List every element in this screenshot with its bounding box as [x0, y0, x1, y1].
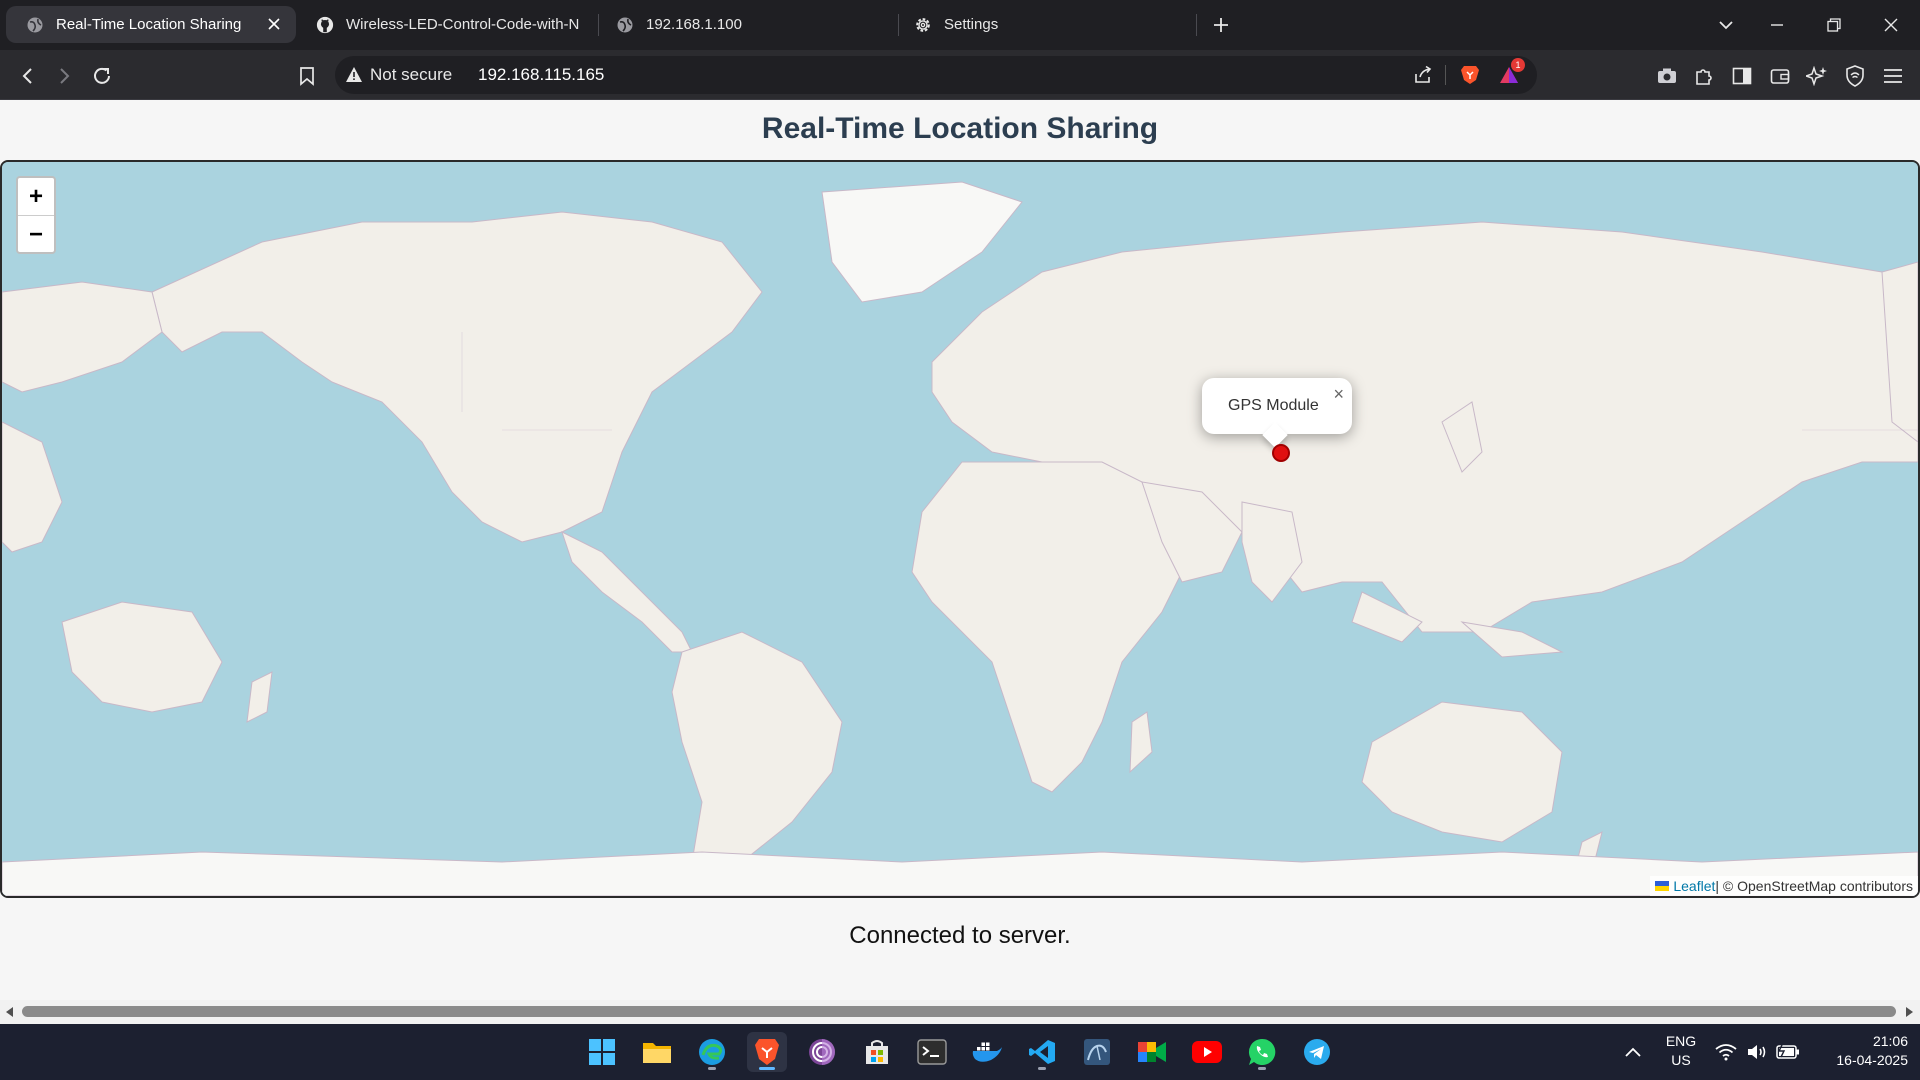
running-indicator	[759, 1067, 775, 1070]
vpn-icon[interactable]	[1841, 62, 1869, 90]
warning-icon[interactable]	[345, 66, 363, 88]
popup-close-button[interactable]: ×	[1333, 384, 1344, 405]
whatsapp-icon[interactable]	[1242, 1032, 1282, 1072]
telegram-icon[interactable]	[1297, 1032, 1337, 1072]
tab-wireless-led[interactable]: Wireless-LED-Control-Code-with-N	[296, 6, 586, 43]
omnibox-separator	[1445, 65, 1446, 85]
terminal-icon[interactable]	[912, 1032, 952, 1072]
bookmark-icon[interactable]	[293, 62, 321, 90]
page-title: Real-Time Location Sharing	[761, 112, 1159, 145]
show-hidden-icons-chevron-icon[interactable]	[1618, 1024, 1648, 1080]
tab-separator	[1196, 14, 1197, 36]
tab-label: 192.168.1.100	[646, 16, 742, 33]
security-label[interactable]: Not secure	[370, 65, 452, 85]
docker-icon[interactable]	[967, 1032, 1007, 1072]
tab-label: Settings	[944, 16, 999, 33]
browser-toolbar: Not secure 192.168.115.165 1	[0, 50, 1920, 100]
tab-strip: Real-Time Location Sharing Wireless-LED-…	[0, 0, 1920, 50]
language-indicator[interactable]: ENG US	[1660, 1032, 1702, 1070]
scroll-right-arrow-icon[interactable]	[1903, 1005, 1915, 1019]
clock-time: 21:06	[1872, 1033, 1908, 1049]
extensions-icon[interactable]	[1690, 62, 1718, 90]
globe-icon	[616, 16, 634, 34]
reload-button[interactable]	[88, 62, 116, 90]
brave-shields-icon[interactable]	[1456, 62, 1484, 88]
microsoft-store-icon[interactable]	[857, 1032, 897, 1072]
zoom-in-button[interactable]: +	[18, 178, 54, 216]
tor-browser-icon[interactable]	[802, 1032, 842, 1072]
wifi-icon[interactable]	[1713, 1024, 1739, 1080]
volume-icon[interactable]	[1744, 1024, 1770, 1080]
vscode-icon[interactable]	[1022, 1032, 1062, 1072]
leo-ai-icon[interactable]	[1803, 62, 1831, 90]
screenshot-icon[interactable]	[1653, 62, 1681, 90]
taskbar: ENG US 21:06 16-04-2025	[0, 1024, 1920, 1080]
zoom-out-button[interactable]: −	[18, 216, 54, 253]
running-indicator	[708, 1067, 716, 1070]
url-text[interactable]: 192.168.115.165	[478, 65, 604, 85]
ukraine-flag-icon	[1655, 881, 1670, 891]
tab-192-168-1-100[interactable]: 192.168.1.100	[596, 6, 886, 43]
file-explorer-icon[interactable]	[637, 1032, 677, 1072]
address-bar[interactable]: Not secure 192.168.115.165 1	[335, 56, 1537, 94]
mysql-workbench-icon[interactable]	[1077, 1032, 1117, 1072]
close-tab-icon[interactable]	[264, 14, 284, 34]
system-clock[interactable]: 21:06 16-04-2025	[1808, 1032, 1908, 1070]
google-meet-icon[interactable]	[1132, 1032, 1172, 1072]
gear-icon	[914, 16, 932, 34]
location-marker[interactable]	[1272, 444, 1290, 462]
map-attribution: Leaflet | © OpenStreetMap contributors	[1650, 876, 1918, 896]
brave-icon[interactable]	[747, 1032, 787, 1072]
horizontal-scrollbar[interactable]	[0, 1000, 1920, 1024]
github-icon	[316, 16, 334, 34]
connection-status: Connected to server.	[849, 922, 1071, 949]
page-content: Real-Time Location Sharing + − GPS Modul…	[0, 100, 1920, 1000]
restore-button[interactable]	[1819, 12, 1849, 38]
running-indicator	[1258, 1067, 1266, 1070]
tab-search-chevron-icon[interactable]	[1711, 12, 1741, 38]
tab-label: Real-Time Location Sharing	[56, 16, 242, 33]
forward-button[interactable]	[50, 62, 78, 90]
leaflet-link[interactable]: Leaflet	[1673, 878, 1715, 894]
share-icon[interactable]	[1409, 62, 1437, 88]
attribution-text: | © OpenStreetMap contributors	[1715, 878, 1913, 894]
start-button[interactable]	[582, 1032, 622, 1072]
zoom-control: + −	[16, 176, 56, 254]
tab-label: Wireless-LED-Control-Code-with-N	[346, 16, 580, 33]
clock-date: 16-04-2025	[1836, 1052, 1908, 1068]
close-window-button[interactable]	[1876, 12, 1906, 38]
new-tab-button[interactable]	[1208, 12, 1234, 38]
globe-icon	[26, 16, 44, 34]
world-map[interactable]	[2, 162, 1918, 896]
edge-icon[interactable]	[692, 1032, 732, 1072]
minimize-button[interactable]	[1762, 12, 1792, 38]
region-code: US	[1671, 1052, 1691, 1068]
youtube-icon[interactable]	[1187, 1032, 1227, 1072]
back-button[interactable]	[14, 62, 42, 90]
marker-popup: GPS Module ×	[1202, 378, 1352, 448]
rewards-badge: 1	[1511, 58, 1525, 72]
map-container[interactable]: + − GPS Module × Leaflet | © OpenStreetM…	[0, 160, 1920, 898]
popup-text: GPS Module	[1228, 397, 1319, 414]
tab-settings[interactable]: Settings	[894, 6, 1194, 43]
scrollbar-thumb[interactable]	[22, 1006, 1896, 1017]
running-indicator	[1038, 1067, 1046, 1070]
tab-real-time-location[interactable]: Real-Time Location Sharing	[6, 6, 296, 43]
menu-icon[interactable]	[1879, 62, 1907, 90]
sidebar-icon[interactable]	[1728, 62, 1756, 90]
brave-rewards-icon[interactable]: 1	[1497, 58, 1525, 88]
wallet-icon[interactable]	[1766, 62, 1794, 90]
language-code: ENG	[1665, 1033, 1697, 1049]
scroll-left-arrow-icon[interactable]	[4, 1005, 16, 1019]
battery-icon[interactable]	[1774, 1024, 1802, 1080]
